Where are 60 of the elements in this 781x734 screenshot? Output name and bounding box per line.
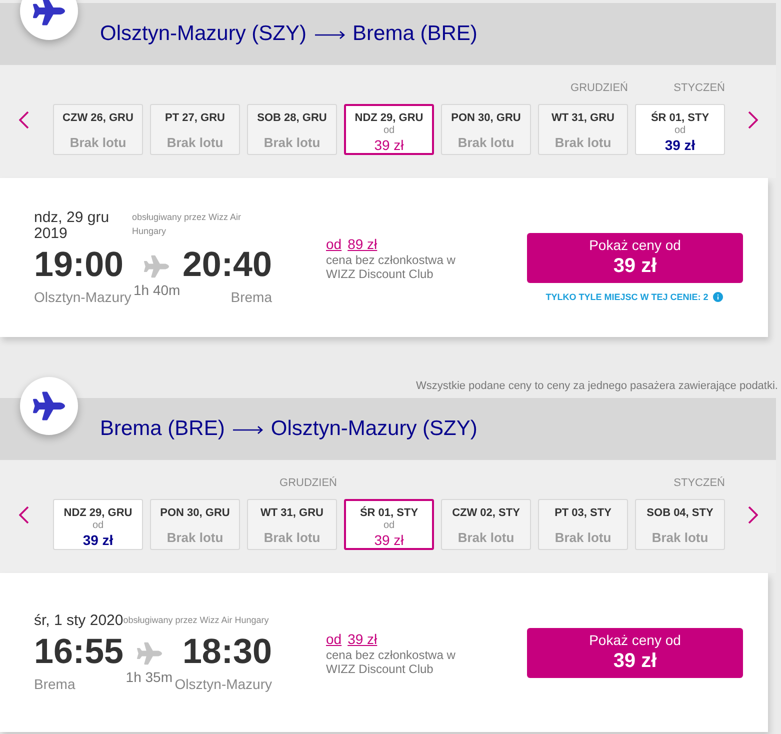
from-link[interactable]: od (326, 630, 342, 648)
date-card[interactable]: PT 03, STY Brak lotu (538, 499, 628, 550)
plane-icon (144, 254, 170, 278)
date-card[interactable]: PON 30, GRU Brak lotu (441, 104, 531, 155)
plane-icon (136, 640, 162, 666)
month-label: GRUDZIEŃ (570, 81, 628, 95)
departure-time: 19:00 (34, 246, 124, 284)
route-origin: Brema (BRE) (100, 416, 225, 442)
date-card[interactable]: NDZ 29, GRU od 39 zł (344, 104, 434, 155)
chevron-right-icon (748, 506, 758, 524)
date-card[interactable]: ŚR 01, STY od 39 zł (635, 104, 725, 155)
month-label: STYCZEŃ (674, 81, 725, 95)
departure-city: Olsztyn-Mazury (34, 288, 132, 306)
date-card[interactable]: ŚR 01, STY od 39 zł (344, 499, 434, 550)
chevron-left-icon (19, 506, 29, 524)
previous-dates-button[interactable] (19, 506, 29, 524)
date-card[interactable]: CZW 02, STY Brak lotu (441, 499, 531, 550)
arrival-time: 18:30 (182, 632, 272, 670)
operator-text: obsługiwany przez Wizz Air Hungary (123, 614, 269, 626)
arrival-time: 20:40 (182, 246, 272, 284)
chevron-left-icon (19, 111, 29, 129)
arrival-city: Olsztyn-Mazury (174, 674, 272, 692)
arrival-city: Brema (230, 288, 272, 306)
departure-city: Brema (34, 674, 76, 692)
previous-dates-button[interactable] (19, 111, 29, 129)
seats-warning: TYLKO TYLE MIEJSC W TEJ CENIE: 2 (546, 290, 708, 304)
date-card[interactable]: SOB 04, STY Brak lotu (635, 499, 725, 550)
departure-time: 16:55 (34, 632, 124, 670)
date-card[interactable]: PT 27, GRU Brak lotu (150, 104, 240, 155)
route-destination: Olsztyn-Mazury (SZY) (270, 416, 478, 442)
month-label: STYCZEŃ (674, 476, 725, 490)
long-arrow-icon (314, 30, 345, 40)
flight-date: ndz, 29 gru 2019 (34, 210, 110, 242)
price-link[interactable]: 39 zł (348, 630, 378, 648)
next-dates-button[interactable] (748, 111, 758, 129)
flight-duration: 1h 40m (134, 282, 180, 298)
long-arrow-icon (232, 425, 263, 435)
price-note: Wszystkie podane ceny to ceny za jednego pasażera zawierające podatki. (416, 379, 778, 393)
flight-duration: 1h 35m (126, 668, 172, 684)
date-card[interactable]: PON 30, GRU Brak lotu (150, 499, 240, 550)
route-origin: Olsztyn-Mazury (SZY) (100, 21, 307, 47)
date-card[interactable]: WT 31, GRU Brak lotu (538, 104, 628, 155)
membership-note: cena bez członkostwa w WIZZ Discount Club (326, 648, 456, 676)
date-card[interactable]: CZW 26, GRU Brak lotu (53, 104, 143, 155)
from-link[interactable]: od (326, 234, 342, 252)
show-prices-button[interactable]: Pokaż ceny od 39 zł (527, 628, 743, 678)
date-card[interactable]: SOB 28, GRU Brak lotu (247, 104, 337, 155)
month-label: GRUDZIEŃ (280, 476, 337, 490)
date-card[interactable]: NDZ 29, GRU od 39 zł (53, 499, 143, 550)
membership-note: cena bez członkostwa w WIZZ Discount Club (326, 252, 456, 280)
chevron-right-icon (748, 111, 758, 129)
show-prices-button[interactable]: Pokaż ceny od 39 zł (527, 232, 743, 282)
route-destination: Brema (BRE) (352, 21, 478, 47)
next-dates-button[interactable] (748, 506, 758, 524)
plane-icon (20, 377, 78, 435)
date-card[interactable]: WT 31, GRU Brak lotu (247, 499, 337, 550)
price-link[interactable]: 89 zł (348, 234, 378, 252)
info-icon[interactable] (712, 290, 724, 302)
flight-date: śr, 1 sty 2020 (34, 612, 124, 628)
operator-text: obsługiwany przez Wizz Air Hungary (132, 210, 242, 238)
